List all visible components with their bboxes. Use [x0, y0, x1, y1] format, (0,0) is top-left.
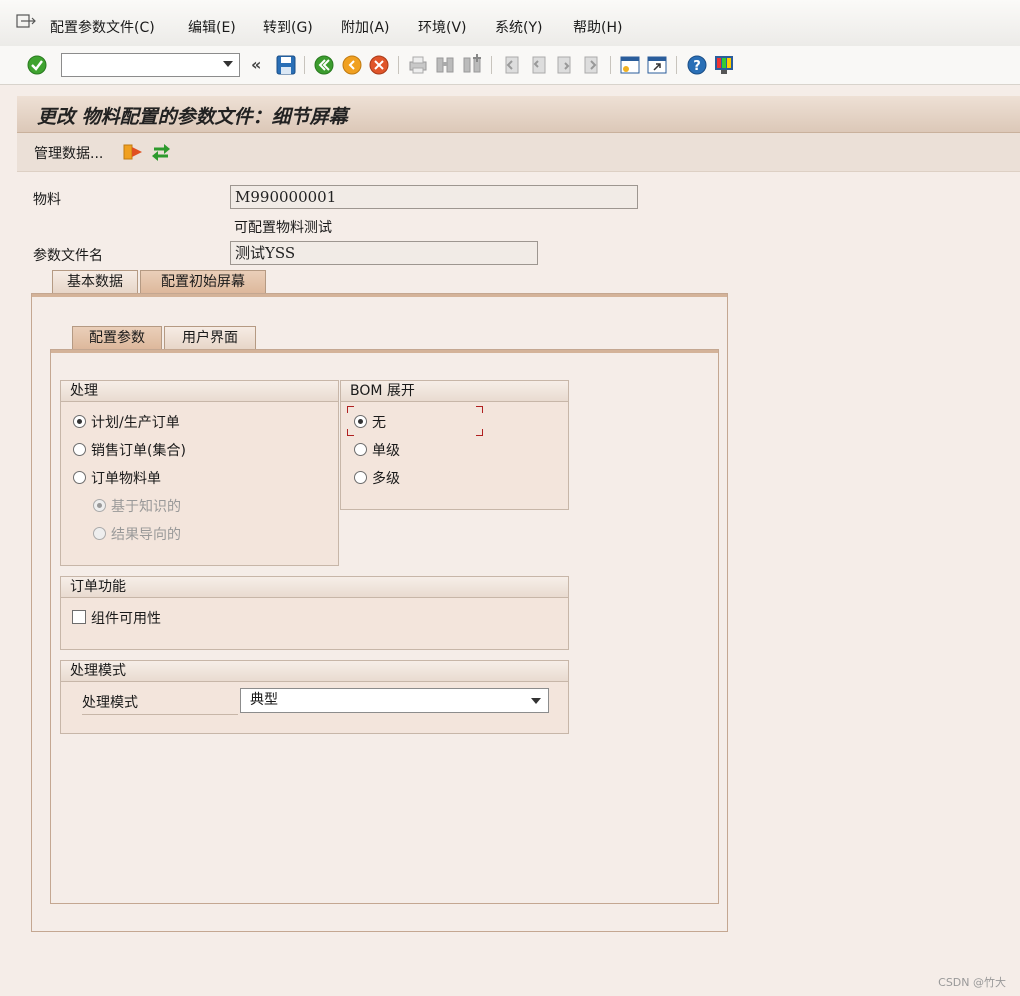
- svg-text:?: ?: [693, 59, 701, 74]
- switch-icon[interactable]: [150, 141, 172, 163]
- find-next-icon[interactable]: [461, 54, 483, 76]
- prev-page-icon[interactable]: [527, 54, 549, 76]
- profile-name-field[interactable]: 测试YSS: [230, 241, 538, 265]
- save-icon[interactable]: [275, 54, 297, 76]
- chevron-down-icon[interactable]: [223, 61, 233, 67]
- radio-bom-none[interactable]: [354, 415, 367, 428]
- radio-plan-production-order[interactable]: [73, 415, 86, 428]
- option-label: 计划/生产订单: [91, 415, 180, 431]
- menu-bar: 配置参数文件(C) 编辑(E) 转到(G) 附加(A) 环境(V) 系统(Y) …: [0, 0, 1020, 47]
- option-label: 无: [372, 415, 386, 431]
- option-label: 单级: [372, 443, 400, 459]
- menu-overview-icon[interactable]: [16, 14, 36, 30]
- panel-divider: [32, 294, 727, 297]
- menu-extras[interactable]: 附加(A): [341, 17, 390, 37]
- toolbar-separator: [610, 56, 611, 74]
- tab-config-initial-screen[interactable]: 配置初始屏幕: [140, 270, 266, 293]
- last-page-icon[interactable]: [581, 54, 603, 76]
- focus-marker: [476, 406, 483, 413]
- menu-edit[interactable]: 编辑(E): [188, 17, 236, 37]
- toolbar-separator: [398, 56, 399, 74]
- order-function-title: 订单功能: [61, 577, 568, 598]
- next-page-icon[interactable]: [554, 54, 576, 76]
- toolbar-separator: [676, 56, 677, 74]
- tab-basic-data[interactable]: 基本数据: [52, 270, 138, 293]
- shortcut-icon[interactable]: [646, 54, 668, 76]
- customize-layout-icon[interactable]: [713, 54, 735, 76]
- first-page-icon[interactable]: [500, 54, 522, 76]
- material-label: 物料: [33, 192, 61, 208]
- help-icon[interactable]: ?: [686, 54, 708, 76]
- toolbar-separator: [491, 56, 492, 74]
- exit-icon[interactable]: [341, 54, 363, 76]
- focus-marker: [347, 429, 354, 436]
- radio-knowledge-based[interactable]: [93, 499, 106, 512]
- tab-config-params[interactable]: 配置参数: [72, 326, 162, 349]
- component-availability-checkbox[interactable]: [72, 610, 86, 624]
- enter-icon[interactable]: [26, 54, 48, 76]
- page-title: 更改 物料配置的参数文件：细节屏幕: [37, 106, 348, 128]
- option-label: 订单物料单: [91, 471, 161, 487]
- processing-mode-value: 典型: [250, 692, 278, 708]
- option-label: 基于知识的: [111, 499, 181, 515]
- radio-bom-single-level[interactable]: [354, 443, 367, 456]
- processing-mode-select[interactable]: 典型: [240, 688, 549, 713]
- application-toolbar: 管理数据...: [17, 133, 1020, 172]
- radio-result-oriented[interactable]: [93, 527, 106, 540]
- watermark: CSDN @竹大: [938, 976, 1006, 989]
- radio-sales-order[interactable]: [73, 443, 86, 456]
- variant-icon[interactable]: [122, 141, 144, 163]
- bom-group-title: BOM 展开: [341, 381, 568, 402]
- checkbox-label: 组件可用性: [91, 611, 161, 627]
- material-field[interactable]: M990000001: [230, 185, 638, 209]
- menu-environment[interactable]: 环境(V): [418, 17, 467, 37]
- manage-data-button[interactable]: 管理数据...: [34, 143, 103, 163]
- option-label: 结果导向的: [111, 527, 181, 543]
- standard-toolbar: « ?: [0, 46, 1020, 85]
- new-session-icon[interactable]: [619, 54, 641, 76]
- focus-marker: [476, 429, 483, 436]
- chevron-down-icon[interactable]: [531, 698, 541, 704]
- back-icon[interactable]: [313, 54, 335, 76]
- processing-mode-title: 处理模式: [61, 661, 568, 682]
- option-label: 销售订单(集合): [91, 443, 186, 459]
- find-icon[interactable]: [434, 54, 456, 76]
- material-description: 可配置物料测试: [234, 220, 332, 236]
- option-label: 多级: [372, 471, 400, 487]
- menu-goto[interactable]: 转到(G): [263, 17, 313, 37]
- command-field[interactable]: [61, 53, 240, 77]
- tab-user-interface[interactable]: 用户界面: [164, 326, 256, 349]
- menu-system[interactable]: 系统(Y): [495, 17, 542, 37]
- menu-config-profile[interactable]: 配置参数文件(C): [50, 17, 155, 37]
- processing-group-title: 处理: [61, 381, 338, 402]
- print-icon[interactable]: [407, 54, 429, 76]
- focus-marker: [347, 406, 354, 413]
- menu-help[interactable]: 帮助(H): [573, 17, 622, 37]
- collapse-icon[interactable]: «: [251, 55, 261, 74]
- panel-divider: [51, 350, 718, 353]
- radio-order-bom[interactable]: [73, 471, 86, 484]
- processing-mode-label: 处理模式: [82, 692, 238, 715]
- toolbar-separator: [304, 56, 305, 74]
- title-bar: 更改 物料配置的参数文件：细节屏幕: [17, 96, 1020, 133]
- cancel-icon[interactable]: [368, 54, 390, 76]
- radio-bom-multi-level[interactable]: [354, 471, 367, 484]
- profile-name-label: 参数文件名: [33, 248, 103, 264]
